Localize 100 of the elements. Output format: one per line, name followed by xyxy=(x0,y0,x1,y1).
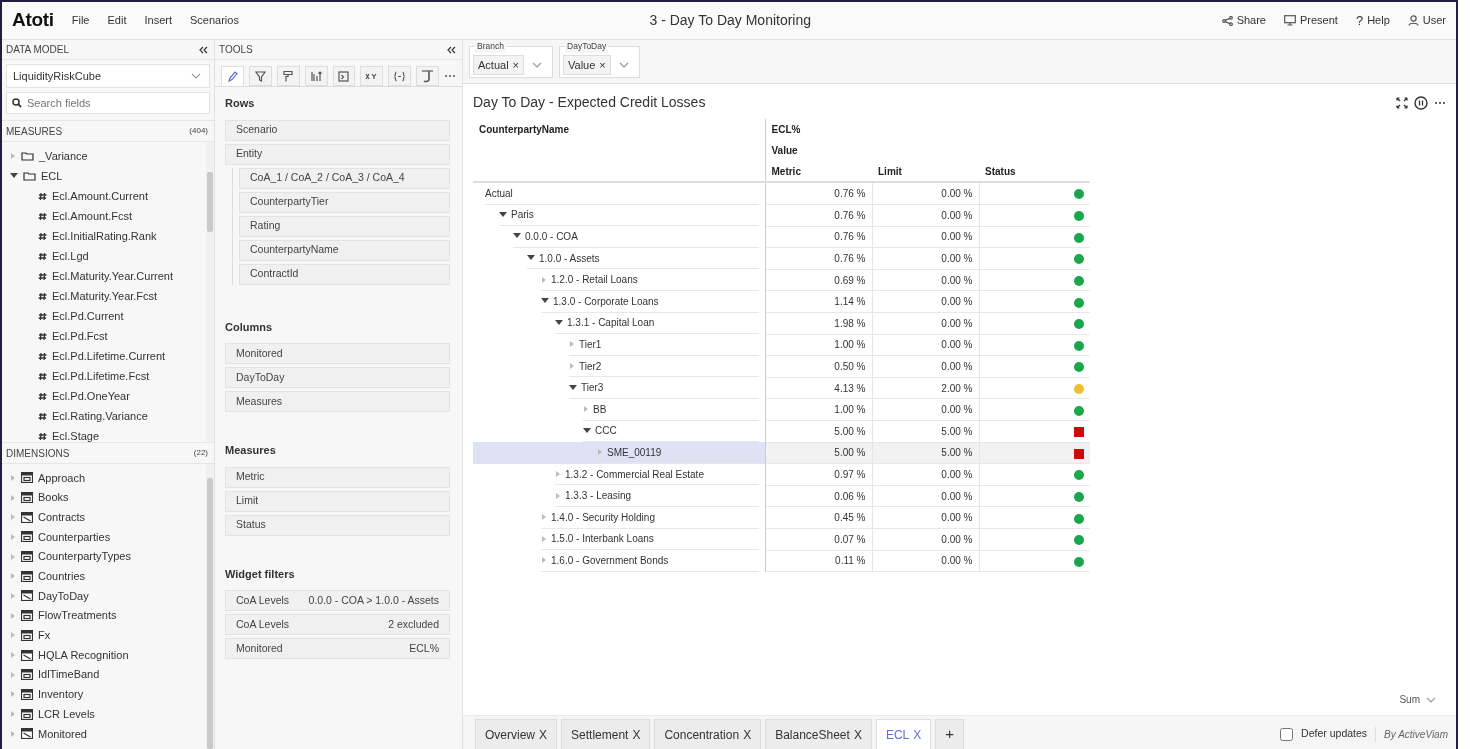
collapse-caret-icon[interactable] xyxy=(513,233,521,240)
expand-caret-icon[interactable] xyxy=(10,670,16,679)
menu-item[interactable]: File xyxy=(71,12,90,29)
tool-tab[interactable] xyxy=(332,66,356,86)
cube-select[interactable]: LiquidityRiskCube xyxy=(6,64,210,88)
expand-caret-icon[interactable] xyxy=(10,513,16,522)
tool-tab[interactable] xyxy=(360,66,384,86)
close-icon[interactable]: X xyxy=(913,725,922,744)
field-chip[interactable]: ContractId xyxy=(239,263,450,285)
field-chip[interactable]: CoA Levels 2 excluded xyxy=(225,614,450,635)
chevron-down-icon[interactable] xyxy=(532,62,542,68)
menu-item[interactable]: Scenarios xyxy=(190,12,239,29)
chevron-down-icon[interactable] xyxy=(191,73,201,79)
tree-item[interactable]: Ecl.Amount.Current xyxy=(2,186,206,206)
tool-tab[interactable] xyxy=(388,66,412,86)
collapse-caret-icon[interactable] xyxy=(555,319,563,326)
scrollbar[interactable] xyxy=(206,142,214,442)
collapse-caret-icon[interactable] xyxy=(583,427,591,434)
tree-item[interactable]: Ecl.Amount.Fcst xyxy=(2,206,206,226)
expand-caret-icon[interactable] xyxy=(10,729,16,738)
tool-tab[interactable] xyxy=(248,66,272,86)
expand-caret-icon[interactable] xyxy=(10,631,16,640)
chevron-down-icon[interactable] xyxy=(618,62,629,68)
collapse-caret-icon[interactable] xyxy=(527,255,535,262)
field-chip[interactable]: CounterpartyTier xyxy=(239,191,450,213)
close-icon[interactable]: X xyxy=(539,725,548,744)
tree-item[interactable]: HQLA Recognition xyxy=(2,645,206,665)
tree-item[interactable]: Ecl.Pd.Current xyxy=(2,306,206,326)
tree-item[interactable]: Ecl.Pd.Lifetime.Fcst xyxy=(2,366,206,386)
tree-item[interactable]: LCR Levels xyxy=(2,704,206,724)
expand-caret-icon[interactable] xyxy=(10,710,16,719)
collapse-icon[interactable] xyxy=(446,45,456,54)
page-tab[interactable]: Concentration X xyxy=(654,719,762,749)
tree-item[interactable]: Ecl.Pd.Fcst xyxy=(2,326,206,346)
page-tab[interactable]: ECL X xyxy=(875,719,932,749)
field-chip[interactable]: Monitored ECL% xyxy=(225,638,450,659)
collapse-caret-icon[interactable] xyxy=(541,298,549,305)
close-icon[interactable]: X xyxy=(632,725,641,744)
remove-icon[interactable]: × xyxy=(512,56,519,74)
scrollbar[interactable] xyxy=(206,464,214,749)
tree-item[interactable]: CounterpartyTypes xyxy=(2,546,206,567)
field-chip[interactable]: CoA_1 / CoA_2 / CoA_3 / CoA_4 xyxy=(239,167,450,189)
expand-caret-icon[interactable] xyxy=(555,470,561,478)
tree-item[interactable]: ECL xyxy=(2,166,206,186)
field-chip[interactable]: Monitored xyxy=(225,343,450,364)
tool-tab[interactable] xyxy=(221,66,244,86)
expand-caret-icon[interactable] xyxy=(541,556,547,565)
tree-item[interactable]: Ecl.InitialRating.Rank xyxy=(2,226,206,246)
user-button[interactable]: User xyxy=(1407,12,1446,29)
add-page-button[interactable]: + xyxy=(935,719,965,749)
aggregation-select[interactable]: Sum xyxy=(1399,692,1436,707)
tree-item[interactable]: FlowTreatments xyxy=(2,605,206,626)
expand-caret-icon[interactable] xyxy=(583,405,589,414)
expand-caret-icon[interactable] xyxy=(10,493,16,502)
defer-checkbox[interactable] xyxy=(1280,727,1294,741)
field-chip[interactable]: Scenario xyxy=(225,119,450,141)
tree-item[interactable]: Ecl.Maturity.Year.Fcst xyxy=(2,286,206,306)
tree-item[interactable]: Books xyxy=(2,487,206,508)
collapse-caret-icon[interactable] xyxy=(569,384,577,391)
tree-item[interactable]: Ecl.Maturity.Year.Current xyxy=(2,266,206,286)
search-field[interactable]: Search fields xyxy=(6,92,210,114)
expand-caret-icon[interactable] xyxy=(10,611,16,620)
expand-caret-icon[interactable] xyxy=(10,591,16,600)
tree-item[interactable]: _Variance xyxy=(2,146,206,166)
present-button[interactable]: Present xyxy=(1284,12,1338,29)
collapse-caret-icon[interactable] xyxy=(10,173,18,179)
expand-caret-icon[interactable] xyxy=(569,362,575,371)
help-button[interactable]: ? Help xyxy=(1355,10,1390,31)
fullscreen-icon[interactable] xyxy=(1396,96,1408,109)
expand-caret-icon[interactable] xyxy=(10,552,16,561)
chevron-down-icon[interactable] xyxy=(1426,696,1436,703)
expand-caret-icon[interactable] xyxy=(541,534,547,543)
expand-caret-icon[interactable] xyxy=(10,690,16,699)
tree-item[interactable]: Countries xyxy=(2,566,206,587)
expand-caret-icon[interactable] xyxy=(597,448,603,457)
field-chip[interactable]: Measures xyxy=(225,391,450,412)
expand-caret-icon[interactable] xyxy=(541,275,547,284)
filter-chip[interactable]: Value × xyxy=(563,54,611,76)
tool-tab[interactable] xyxy=(416,66,439,86)
page-tab[interactable]: Overview X xyxy=(475,719,558,749)
expand-caret-icon[interactable] xyxy=(569,340,575,349)
expand-caret-icon[interactable] xyxy=(555,491,561,500)
tree-item[interactable]: Contracts xyxy=(2,507,206,528)
field-chip[interactable]: Limit xyxy=(225,490,450,512)
tree-item[interactable]: Approach xyxy=(2,468,206,488)
more-icon[interactable] xyxy=(444,74,456,78)
tree-item[interactable]: Fx xyxy=(2,625,206,646)
expand-caret-icon[interactable] xyxy=(10,152,16,160)
tree-item[interactable]: Inventory xyxy=(2,684,206,705)
remove-icon[interactable]: × xyxy=(599,56,606,74)
field-chip[interactable]: Status xyxy=(225,514,450,536)
expand-caret-icon[interactable] xyxy=(10,572,16,581)
field-chip[interactable]: DayToDay xyxy=(225,367,450,388)
field-chip[interactable]: Entity xyxy=(225,143,450,165)
tree-item[interactable]: Ecl.Stage xyxy=(2,426,206,442)
page-tab[interactable]: BalanceSheet X xyxy=(765,719,872,749)
tree-item[interactable]: IdlTimeBand xyxy=(2,664,206,685)
collapse-caret-icon[interactable] xyxy=(499,211,507,218)
menu-item[interactable]: Insert xyxy=(144,12,172,29)
tree-item[interactable]: Monitored xyxy=(2,723,206,744)
